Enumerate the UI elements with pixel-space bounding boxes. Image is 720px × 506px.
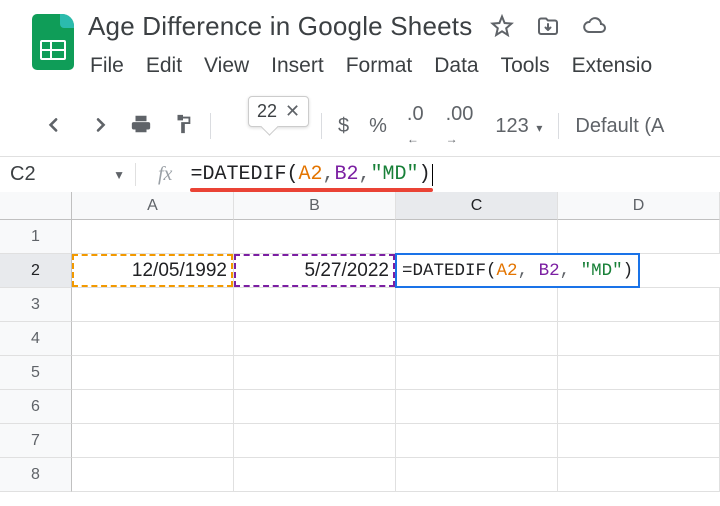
sheets-logo[interactable] [28,8,78,76]
col-header-d[interactable]: D [558,192,720,220]
tok-comma2: , [359,163,371,186]
cell-a2[interactable]: 12/05/1992 [72,254,234,288]
formula-input[interactable]: =DATEDIF(A2, B2, "MD") [190,163,432,186]
cloud-icon[interactable] [582,14,606,38]
cell-a6[interactable] [72,390,234,424]
cell-c4[interactable] [396,322,558,356]
name-box[interactable]: C2 ▼ [6,163,136,186]
currency-button[interactable]: $ [338,115,349,138]
cell-a7[interactable] [72,424,234,458]
cell-d1[interactable] [558,220,720,254]
cell-b6[interactable] [234,390,396,424]
percent-button[interactable]: % [369,115,387,138]
cell-a2-value: 12/05/1992 [132,260,227,282]
menu-extensions[interactable]: Extensio [572,54,653,78]
row-header-8[interactable]: 8 [0,458,72,492]
close-icon[interactable]: ✕ [285,101,300,122]
cell-b2-value: 5/27/2022 [304,260,389,282]
menu-view[interactable]: View [204,54,249,78]
spreadsheet-grid[interactable]: A B C D 1 2 12/05/1992 5/27/2022 =DATEDI… [0,192,720,492]
cell-a3[interactable] [72,288,234,322]
menu-insert[interactable]: Insert [271,54,324,78]
tok-lparen: ( [286,163,298,186]
cell-c1[interactable] [396,220,558,254]
cell-c3[interactable] [396,288,558,322]
cell-b1[interactable] [234,220,396,254]
col-header-a[interactable]: A [72,192,234,220]
select-all-corner[interactable] [0,192,72,220]
menu-file[interactable]: File [90,54,124,78]
cell-a5[interactable] [72,356,234,390]
menu-format[interactable]: Format [346,54,413,78]
menu-edit[interactable]: Edit [146,54,182,78]
cell-c6[interactable] [396,390,558,424]
tok-comma: , [323,163,335,186]
cell-d8[interactable] [558,458,720,492]
cell-c7[interactable] [396,424,558,458]
text-cursor [432,164,433,186]
row-header-2[interactable]: 2 [0,254,72,288]
cell-b2[interactable]: 5/27/2022 [234,254,396,288]
cell-a4[interactable] [72,322,234,356]
paint-format-button[interactable] [172,113,194,140]
chevron-down-icon[interactable]: ▼ [113,168,125,182]
menu-data[interactable]: Data [434,54,478,78]
fx-icon: fx [158,163,172,186]
formula-result-tooltip: 22 ✕ [248,96,309,127]
col-header-c[interactable]: C [396,192,558,220]
cell-b3[interactable] [234,288,396,322]
increase-decimal-button[interactable]: .00→ [446,103,476,149]
tok-str: "MD" [371,163,419,186]
redo-button[interactable] [88,113,110,140]
row-header-4[interactable]: 4 [0,322,72,356]
tok-fn: DATEDIF [202,163,286,186]
tok-rparen: ) [419,163,431,186]
toolbar: $ % .0← .00→ 123 ▾ Default (A [0,106,720,146]
move-icon[interactable] [536,14,560,38]
cell-b4[interactable] [234,322,396,356]
cell-d5[interactable] [558,356,720,390]
menu-tools[interactable]: Tools [501,54,550,78]
tok-eq: = [190,163,202,186]
cell-d6[interactable] [558,390,720,424]
cell-a8[interactable] [72,458,234,492]
cell-d3[interactable] [558,288,720,322]
cell-a1[interactable] [72,220,234,254]
tooltip-value: 22 [257,101,277,122]
row-header-7[interactable]: 7 [0,424,72,458]
col-header-b[interactable]: B [234,192,396,220]
cell-d7[interactable] [558,424,720,458]
cell-b8[interactable] [234,458,396,492]
name-box-value: C2 [10,163,36,186]
row-header-5[interactable]: 5 [0,356,72,390]
tok-ref-b2: B2 [335,163,359,186]
formula-bar: C2 ▼ fx =DATEDIF(A2, B2, "MD") [0,156,720,192]
cell-b7[interactable] [234,424,396,458]
print-button[interactable] [130,113,152,140]
cell-c5[interactable] [396,356,558,390]
number-format-button[interactable]: 123 ▾ [495,115,542,138]
cell-b5[interactable] [234,356,396,390]
cell-d4[interactable] [558,322,720,356]
font-select[interactable]: Default (A [575,115,664,138]
cell-d2[interactable] [640,254,720,288]
tok-ref-a2: A2 [298,163,322,186]
decrease-decimal-button[interactable]: .0← [407,103,426,149]
row-header-6[interactable]: 6 [0,390,72,424]
sheets-icon [32,14,74,70]
row-header-1[interactable]: 1 [0,220,72,254]
cell-c2-formula: =DATEDIF(A2, B2, "MD") [402,261,633,281]
star-icon[interactable] [490,14,514,38]
menu-bar: File Edit View Insert Format Data Tools … [88,44,720,78]
cell-c2[interactable]: =DATEDIF(A2, B2, "MD") [396,254,640,288]
undo-button[interactable] [46,113,68,140]
row-header-3[interactable]: 3 [0,288,72,322]
cell-c8[interactable] [396,458,558,492]
document-title[interactable]: Age Difference in Google Sheets [88,11,472,42]
